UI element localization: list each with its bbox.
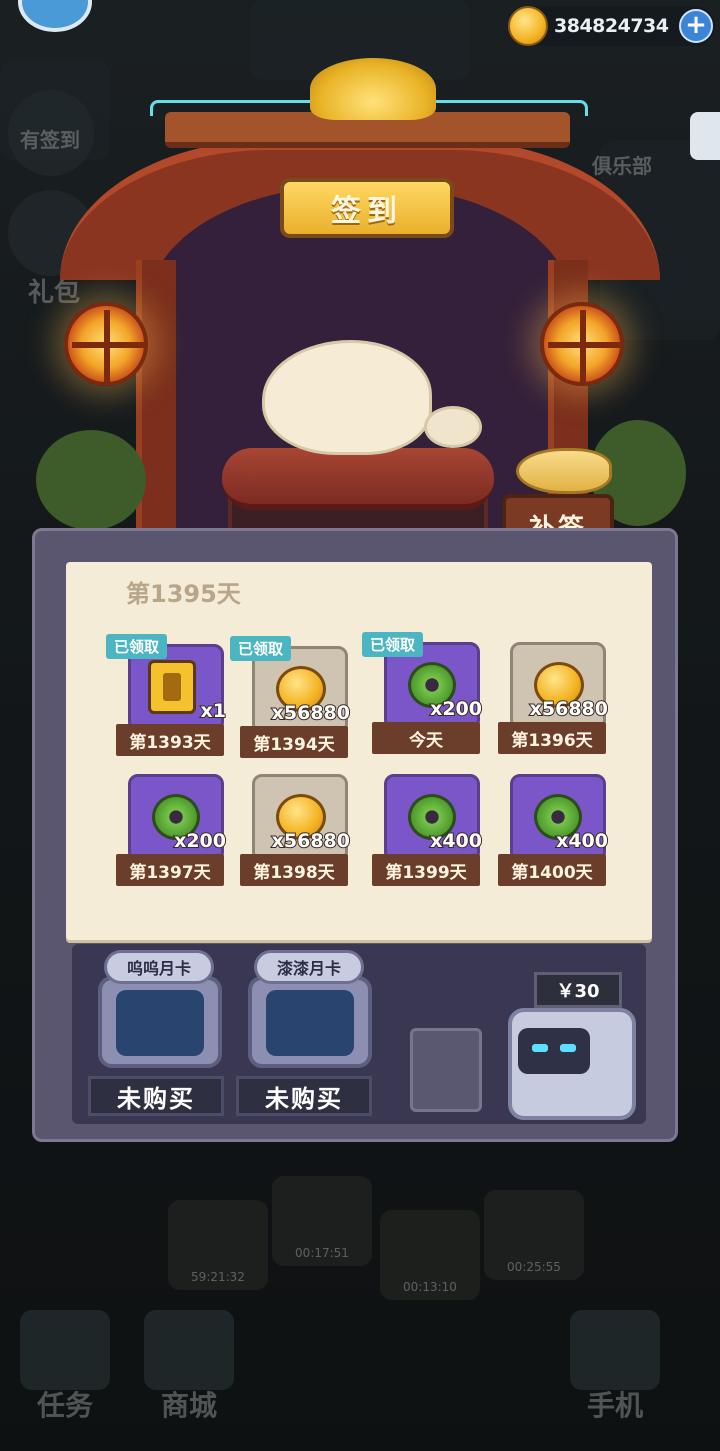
machine-panel: [410, 1028, 482, 1112]
claimed-badge: 已领取: [362, 632, 424, 657]
price-display: ￥30: [534, 972, 622, 1008]
reward-qty: x400: [429, 829, 483, 853]
current-day-title: 第1395天: [126, 580, 241, 608]
lantern-icon: [64, 302, 148, 386]
side-pull-tab[interactable]: [690, 112, 720, 160]
reward-day-label: 今天: [372, 722, 480, 754]
reward-slot[interactable]: x200 第1397天: [112, 764, 240, 894]
monthly-card-wuwu[interactable]: 呜呜月卡: [98, 950, 222, 1070]
flower-bush: [36, 430, 146, 530]
buy-qiqi-card-button[interactable]: 未购买: [236, 1076, 372, 1116]
reward-qty: x56880: [529, 697, 609, 721]
claimed-badge: 已领取: [106, 634, 168, 659]
reward-qty: x200: [173, 829, 227, 853]
golden-fish-icon: [516, 448, 612, 494]
reward-slot[interactable]: x400 第1400天: [494, 764, 622, 894]
card-name: 呜呜月卡: [104, 950, 214, 984]
reward-day-label: 第1393天: [116, 724, 224, 756]
gold-ingot-ornament: [310, 58, 436, 120]
card-frame: [98, 976, 222, 1068]
reward-slot[interactable]: x200 今天 已领取: [362, 632, 496, 762]
bunny-character: [262, 340, 432, 455]
reward-qty: x56880: [271, 701, 351, 725]
buy-wuwu-card-button[interactable]: 未购买: [88, 1076, 224, 1116]
reward-day-label: 第1394天: [240, 726, 348, 758]
coin-counter: 384824734 +: [508, 6, 715, 46]
checkin-sign: 签到: [280, 178, 454, 238]
altar-cushion: [222, 448, 494, 510]
reward-slot[interactable]: x1 第1393天 已领取: [106, 634, 240, 764]
coin-icon: [508, 6, 548, 46]
reward-slot[interactable]: x56880 第1398天: [236, 764, 364, 894]
reward-slot[interactable]: x56880 第1396天: [494, 632, 622, 762]
bunny-tail: [424, 406, 482, 448]
monthly-card-qiqi[interactable]: 漆漆月卡: [248, 950, 372, 1070]
robot-face-icon: [518, 1028, 590, 1074]
add-coins-button[interactable]: +: [679, 9, 713, 43]
lantern-icon: [540, 302, 624, 386]
reward-day-label: 第1398天: [240, 854, 348, 886]
coin-amount: 384824734: [554, 15, 669, 37]
reward-qty: x400: [555, 829, 609, 853]
reward-day-label: 第1400天: [498, 854, 606, 886]
reward-day-label: 第1399天: [372, 854, 480, 886]
reward-qty: x56880: [271, 829, 351, 853]
reward-slot[interactable]: x400 第1399天: [368, 764, 496, 894]
card-name: 漆漆月卡: [254, 950, 364, 984]
reward-qty: x200: [429, 697, 483, 721]
reward-day-label: 第1397天: [116, 854, 224, 886]
reward-qty: x1: [199, 699, 227, 723]
reward-day-label: 第1396天: [498, 722, 606, 754]
battery-icon: [148, 660, 196, 714]
reward-slot[interactable]: x56880 第1394天 已领取: [230, 636, 364, 766]
claimed-badge: 已领取: [230, 636, 292, 661]
card-frame: [248, 976, 372, 1068]
